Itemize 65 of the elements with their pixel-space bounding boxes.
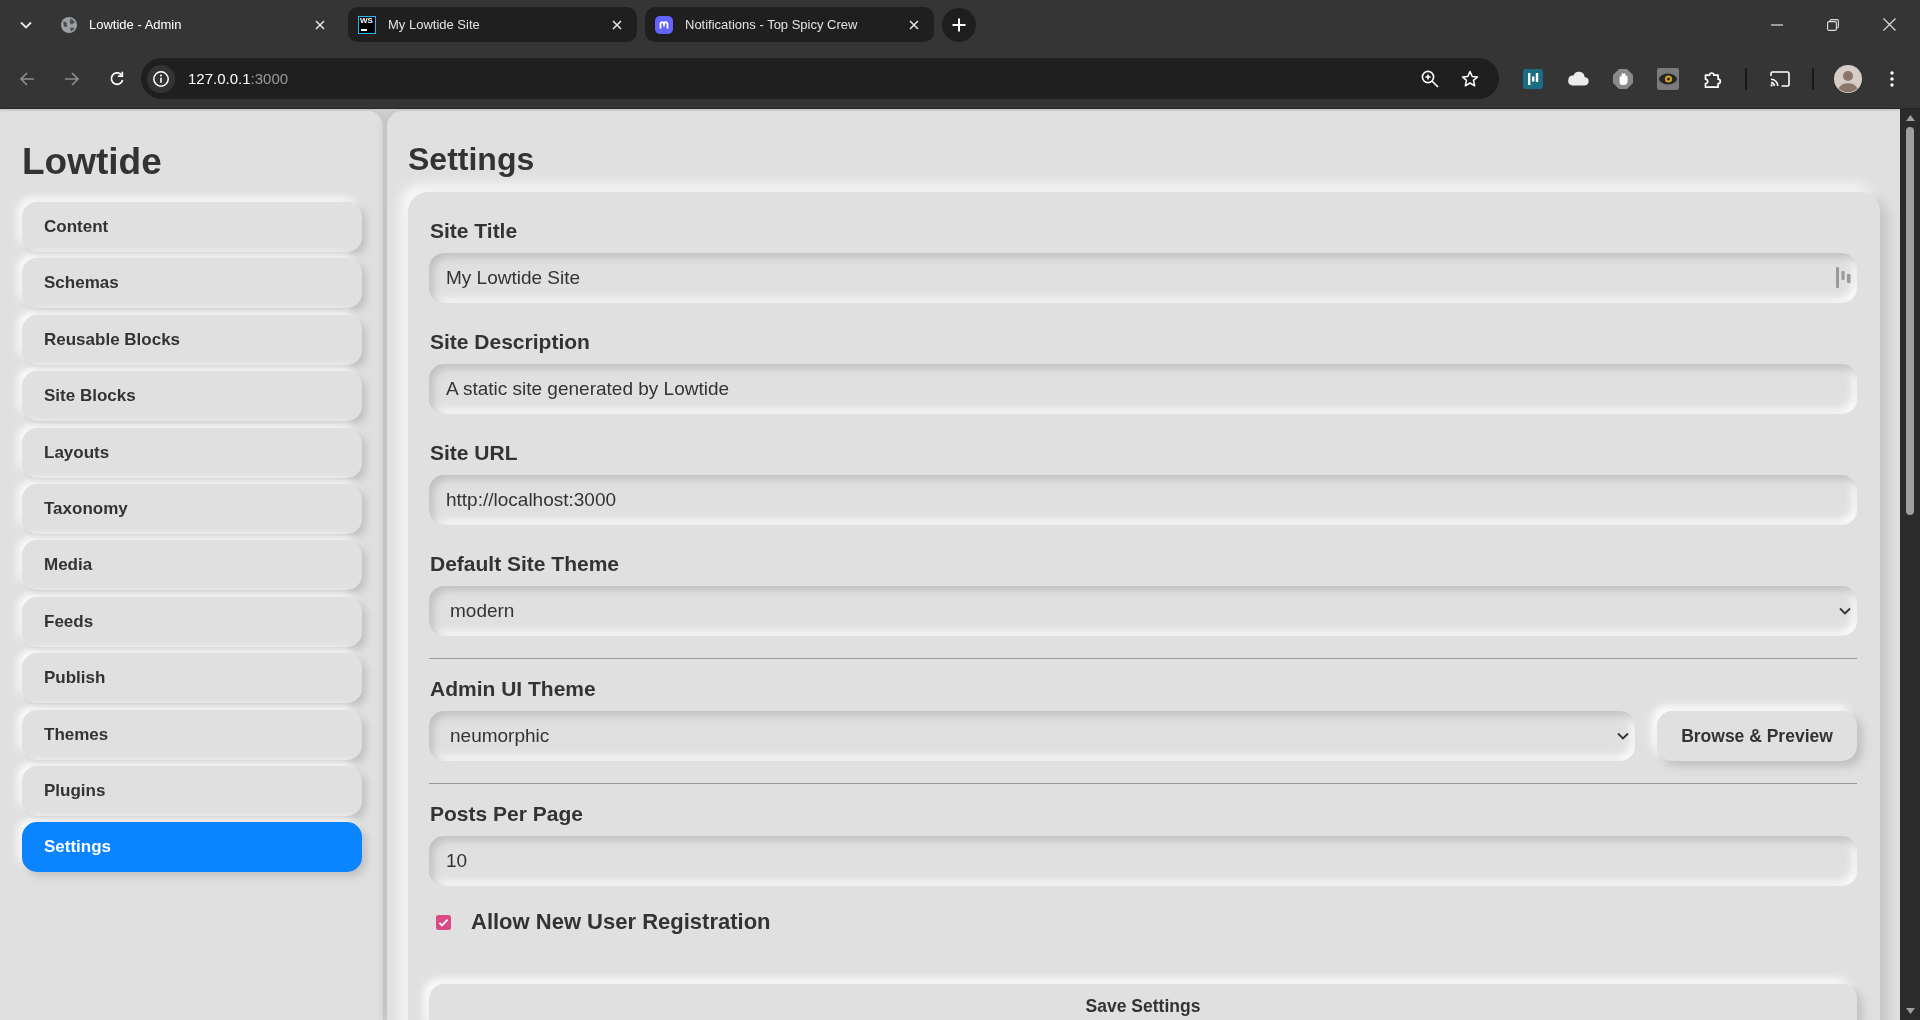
- hand-icon[interactable]: [1613, 68, 1633, 89]
- profile-avatar[interactable]: [1834, 64, 1862, 93]
- app-logo-icon: WS: [358, 15, 376, 34]
- nav-item[interactable]: Reusable Blocks: [22, 314, 362, 365]
- field-label: Posts Per Page: [429, 801, 584, 826]
- app-logo-icon: [655, 15, 673, 34]
- close-icon[interactable]: [1882, 18, 1896, 31]
- nav-item[interactable]: Feeds: [22, 596, 362, 647]
- nav-item[interactable]: Layouts: [22, 427, 362, 478]
- checkbox[interactable]: [436, 914, 451, 930]
- nav-item[interactable]: Media: [22, 540, 362, 591]
- text-field[interactable]: http://localhost:3000: [429, 475, 1857, 525]
- field-label: Default Site Theme: [429, 551, 621, 576]
- cloud-icon[interactable]: [1567, 71, 1589, 86]
- info-icon[interactable]: [147, 64, 175, 93]
- close-icon[interactable]: [612, 19, 622, 30]
- nav-item[interactable]: Plugins: [22, 765, 362, 816]
- save-button[interactable]: Save Settings: [429, 984, 1857, 1020]
- browser-tab[interactable]: WS My Lowtide Site: [348, 7, 637, 42]
- reload-icon[interactable]: [109, 70, 125, 87]
- scroll-down-icon[interactable]: [1905, 1008, 1915, 1014]
- minimize-icon[interactable]: [1771, 23, 1783, 26]
- scroll-up-icon[interactable]: [1905, 115, 1915, 121]
- zoom-in-icon[interactable]: [1421, 69, 1439, 88]
- nav-item[interactable]: Taxonomy: [22, 483, 362, 534]
- nav-item[interactable]: Content: [22, 202, 362, 252]
- dropdown[interactable]: neumorphic: [429, 711, 1635, 761]
- nav-item[interactable]: Publish: [22, 653, 362, 704]
- eye-icon[interactable]: [1657, 67, 1679, 90]
- star-icon[interactable]: [1461, 69, 1479, 88]
- field-label: Admin UI Theme: [429, 676, 597, 701]
- close-icon[interactable]: [315, 19, 325, 30]
- app-title: Lowtide: [22, 140, 163, 184]
- field-label: Site Title: [429, 218, 519, 243]
- dropdown[interactable]: modern: [429, 586, 1857, 636]
- url-text[interactable]: 127.0.0.1:3000: [188, 70, 1421, 87]
- close-icon[interactable]: [909, 19, 919, 30]
- page-title: Settings: [408, 140, 536, 178]
- nav-item[interactable]: Site Blocks: [22, 371, 362, 422]
- field-label: Site Description: [429, 329, 591, 354]
- cast-icon[interactable]: [1770, 70, 1790, 87]
- chevron-down-icon: [1839, 607, 1851, 615]
- chevron-down-icon[interactable]: [19, 20, 32, 29]
- checkbox-label: Allow New User Registration: [471, 909, 771, 935]
- nav-item[interactable]: Schemas: [22, 258, 362, 309]
- globe-icon: [61, 16, 77, 33]
- menu-icon[interactable]: [1890, 70, 1894, 87]
- nav-item[interactable]: Settings: [22, 822, 362, 873]
- restore-icon[interactable]: [1827, 18, 1839, 31]
- browser-tab[interactable]: Lowtide - Admin: [51, 7, 340, 42]
- bars-icon[interactable]: [1523, 68, 1543, 89]
- scrollbar-thumb[interactable]: [1906, 127, 1914, 515]
- back-arrow-icon[interactable]: [19, 70, 35, 87]
- field-label: Site URL: [429, 440, 519, 465]
- text-field[interactable]: My Lowtide Site: [429, 253, 1857, 303]
- nav-item[interactable]: Themes: [22, 709, 362, 760]
- browse-button[interactable]: Browse & Preview: [1657, 711, 1857, 761]
- text-field[interactable]: A static site generated by Lowtide: [429, 364, 1857, 414]
- chevron-down-icon: [1617, 732, 1629, 740]
- browser-tab[interactable]: Notifications - Top Spicy Crew: [645, 7, 934, 42]
- address-bar[interactable]: 127.0.0.1:3000: [141, 58, 1499, 99]
- new-tab-icon[interactable]: [942, 7, 976, 42]
- text-field[interactable]: 10: [429, 836, 1857, 886]
- scrollbar[interactable]: [1900, 109, 1920, 1020]
- forward-arrow-icon[interactable]: [64, 70, 80, 87]
